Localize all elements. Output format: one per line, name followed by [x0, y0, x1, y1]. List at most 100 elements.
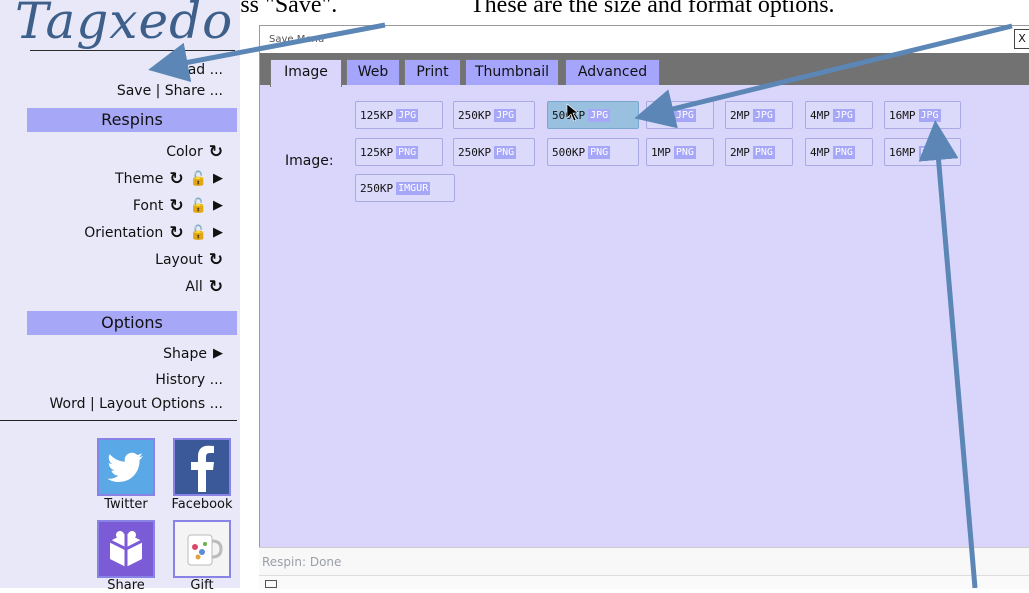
save-16mp-jpg-button[interactable]: 16MP JPG — [884, 101, 961, 129]
unlock-icon[interactable]: 🔓 — [190, 198, 207, 214]
refresh-icon[interactable]: ↻ — [169, 225, 183, 242]
tab-thumbnail[interactable]: Thumbnail — [465, 59, 559, 85]
expand-arrow-icon[interactable]: ▶ — [213, 225, 223, 241]
dialog-title: Save Menu — [269, 34, 325, 45]
format-badge: PNG — [918, 145, 941, 159]
respin-label: Theme — [115, 171, 164, 187]
format-badge: PNG — [673, 145, 696, 159]
history-link[interactable]: History ... — [155, 370, 223, 390]
size-label: 1MP — [651, 145, 671, 159]
format-badge: PNG — [588, 145, 611, 159]
status-bar: Respin: Done — [259, 547, 1029, 576]
gift-label: Gift — [190, 578, 214, 593]
close-button[interactable]: X — [1014, 29, 1029, 49]
bottom-strip — [259, 575, 1029, 589]
size-label: 500KP — [552, 145, 586, 159]
status-text: Respin: Done — [262, 555, 342, 569]
gift-button[interactable] — [173, 520, 231, 578]
tab-content: Image: 125KP JPG 250KP JPG 500KP JPG 1MP JPG 2MP… — [260, 85, 1029, 545]
share-label: Share — [107, 578, 145, 593]
tab-image[interactable]: Image — [270, 59, 342, 87]
size-label: 125KP — [360, 145, 394, 159]
expand-arrow-icon[interactable]: ▶ — [213, 346, 223, 362]
refresh-icon[interactable]: ↻ — [169, 198, 183, 215]
respin-orientation[interactable]: Orientation ↻ 🔓 ▶ — [84, 223, 223, 243]
save-menu-dialog: Save Menu X Image Web Print Thumbnail Ad… — [259, 25, 1029, 577]
dialog-titlebar: Save Menu X — [260, 26, 1029, 53]
save-250kp-imgur-button[interactable]: 250KP IMGUR — [355, 174, 455, 202]
format-badge: PNG — [494, 145, 517, 159]
save-1mp-png-button[interactable]: 1MP PNG — [646, 138, 714, 166]
load-link[interactable]: Load ... — [172, 60, 223, 80]
facebook-f-icon — [191, 445, 214, 492]
save-16mp-png-button[interactable]: 16MP PNG — [884, 138, 961, 166]
respin-label: Orientation — [84, 225, 164, 241]
format-badge: JPG — [396, 108, 419, 122]
respin-label: All — [185, 279, 203, 295]
shape-label: Shape — [163, 346, 207, 362]
refresh-icon[interactable]: ↻ — [169, 171, 183, 188]
expand-arrow-icon[interactable]: ▶ — [213, 198, 223, 214]
facebook-button[interactable] — [173, 438, 231, 496]
respin-label: Font — [132, 198, 164, 214]
twitter-button[interactable] — [97, 438, 155, 496]
save-4mp-png-button[interactable]: 4MP PNG — [805, 138, 873, 166]
respin-font[interactable]: Font ↻ 🔓 ▶ — [133, 196, 223, 216]
save-share-link[interactable]: Save | Share ... — [117, 81, 223, 101]
expand-arrow-icon[interactable]: ▶ — [213, 171, 223, 187]
word-layout-options-link[interactable]: Word | Layout Options ... — [50, 394, 223, 414]
size-label: 500KP — [552, 108, 586, 122]
unlock-icon[interactable]: 🔓 — [190, 225, 207, 241]
format-badge: JPG — [832, 108, 855, 122]
size-label: 2MP — [730, 108, 750, 122]
respin-all[interactable]: All ↻ — [185, 277, 223, 297]
respin-label: Layout — [155, 252, 203, 268]
save-2mp-png-button[interactable]: 2MP PNG — [725, 138, 793, 166]
size-label: 16MP — [889, 145, 916, 159]
size-label: 1MP — [651, 108, 671, 122]
save-1mp-jpg-button[interactable]: 1MP JPG — [646, 101, 714, 129]
refresh-icon[interactable]: ↻ — [209, 279, 223, 296]
format-badge: PNG — [832, 145, 855, 159]
share-button[interactable] — [97, 520, 155, 578]
refresh-icon[interactable]: ↻ — [209, 144, 223, 161]
facebook-label: Facebook — [171, 497, 233, 512]
respin-color[interactable]: Color ↻ — [166, 142, 223, 162]
shape-option[interactable]: Shape ▶ — [163, 344, 223, 364]
format-badge: IMGUR — [396, 181, 431, 195]
mug-icon — [187, 534, 223, 566]
size-label: 4MP — [810, 108, 830, 122]
size-label: 2MP — [730, 145, 750, 159]
format-badge: PNG — [752, 145, 775, 159]
respin-layout[interactable]: Layout ↻ — [155, 250, 223, 270]
refresh-icon[interactable]: ↻ — [209, 252, 223, 269]
respin-theme[interactable]: Theme ↻ 🔓 ▶ — [115, 169, 223, 189]
tab-bar: Image Web Print Thumbnail Advanced — [260, 53, 1029, 87]
save-250kp-png-button[interactable]: 250KP PNG — [453, 138, 535, 166]
save-250kp-jpg-button[interactable]: 250KP JPG — [453, 101, 535, 129]
logo-divider — [30, 50, 235, 51]
unlock-icon[interactable]: 🔓 — [190, 171, 207, 187]
sidebar: Tagxedo Load ... Save | Share ... Respin… — [0, 0, 240, 593]
tab-print[interactable]: Print — [404, 59, 461, 85]
twitter-bird-icon — [107, 452, 143, 482]
save-125kp-jpg-button[interactable]: 125KP JPG — [355, 101, 443, 129]
format-badge: PNG — [396, 145, 419, 159]
caption-right: These are the size and format options. — [470, 0, 835, 18]
format-badge: JPG — [673, 108, 696, 122]
size-label: 16MP — [889, 108, 916, 122]
format-badge: JPG — [752, 108, 775, 122]
tab-advanced[interactable]: Advanced — [565, 59, 660, 85]
size-label: 4MP — [810, 145, 830, 159]
format-badge: JPG — [918, 108, 941, 122]
save-2mp-jpg-button[interactable]: 2MP JPG — [725, 101, 793, 129]
checkbox-icon[interactable] — [265, 580, 277, 588]
options-header: Options — [27, 311, 237, 335]
save-4mp-jpg-button[interactable]: 4MP JPG — [805, 101, 873, 129]
tab-web[interactable]: Web — [346, 59, 400, 85]
save-500kp-png-button[interactable]: 500KP PNG — [547, 138, 639, 166]
save-500kp-jpg-button[interactable]: 500KP JPG — [547, 101, 639, 129]
save-125kp-png-button[interactable]: 125KP PNG — [355, 138, 443, 166]
sidebar-divider — [0, 420, 237, 421]
respins-header: Respins — [27, 108, 237, 132]
